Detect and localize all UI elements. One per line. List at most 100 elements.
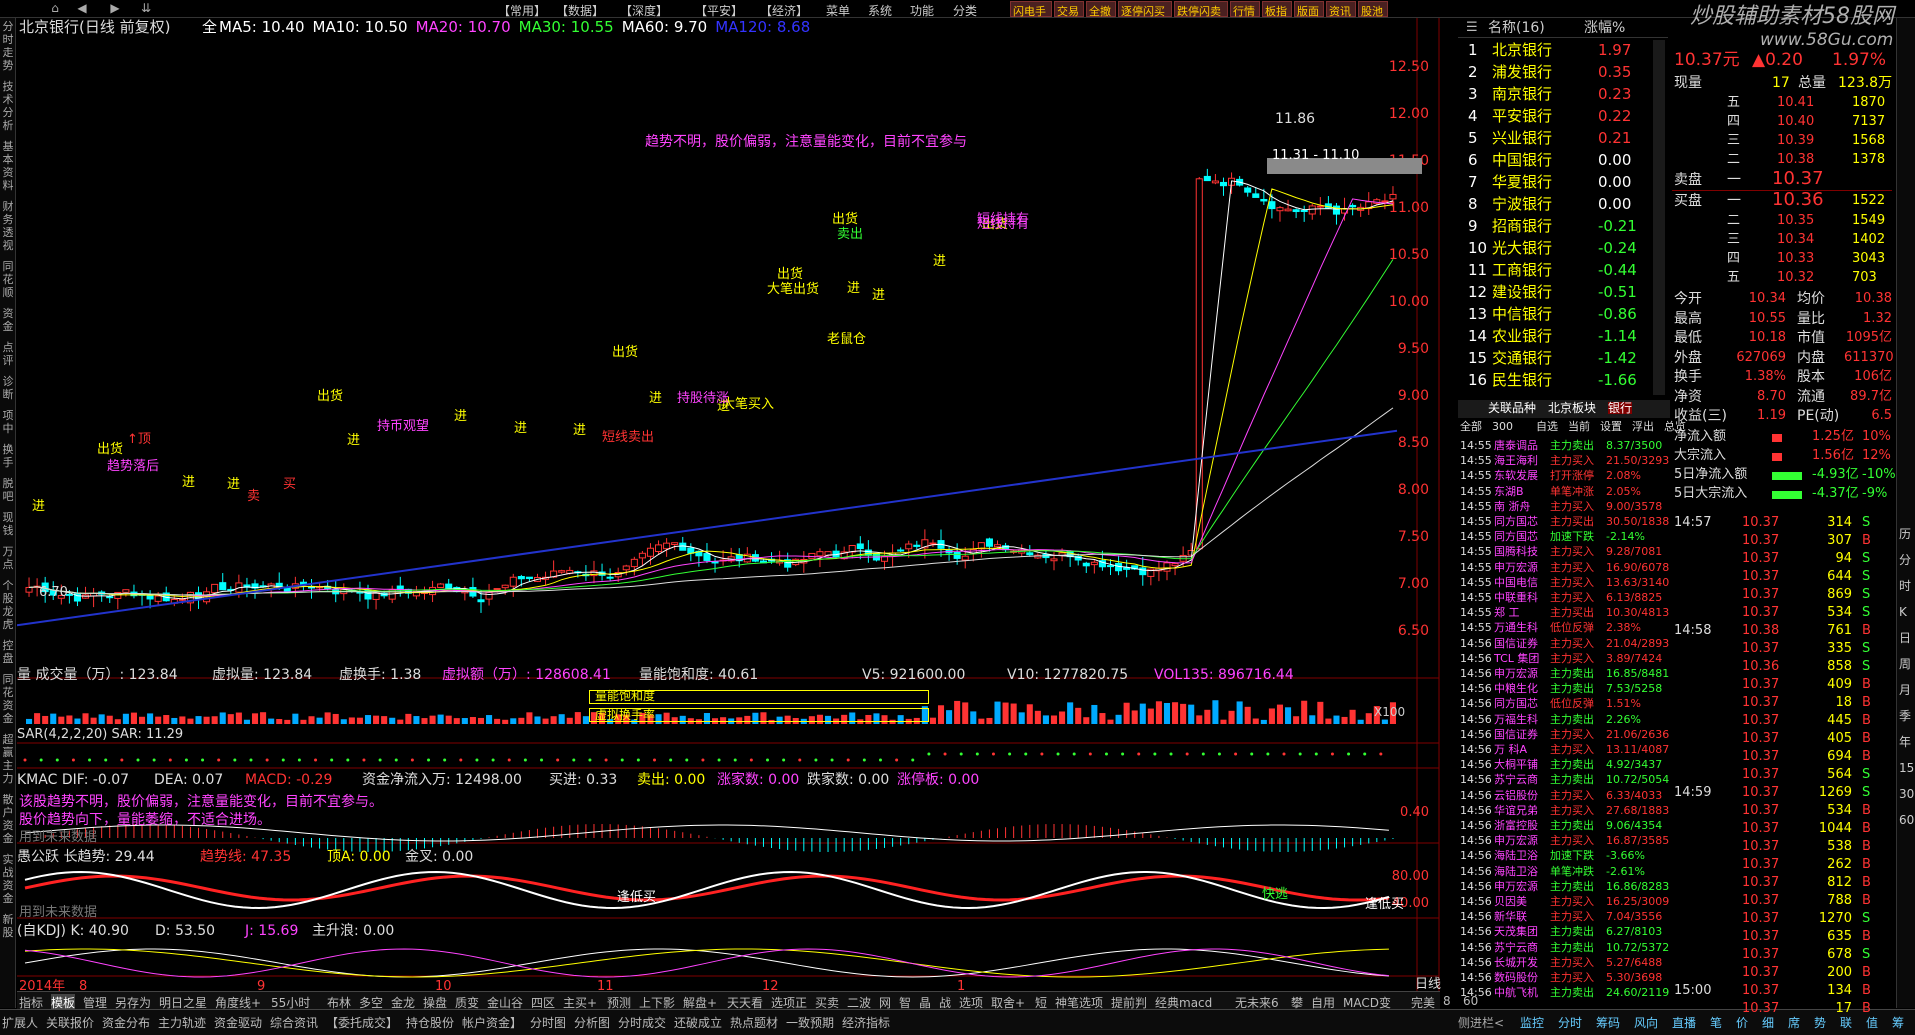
alert-row[interactable]: 14:56 数码股份 主力买入 5.30/3698 bbox=[1458, 970, 1668, 985]
panel-tab-0[interactable]: 侧进栏< bbox=[1458, 1014, 1504, 1031]
watchlist-row[interactable]: 14 农业银行 -1.14 bbox=[1458, 326, 1668, 348]
function-tab-2[interactable]: 资金分布 bbox=[102, 1014, 150, 1031]
panel-tab-6[interactable]: 笔 bbox=[1710, 1014, 1722, 1031]
alert-stock[interactable]: 同方国芯 bbox=[1494, 698, 1538, 709]
watchlist-row-name[interactable]: 农业银行 bbox=[1492, 329, 1552, 344]
alert-row[interactable]: 14:55 申万宏源 主力买入 16.90/6078 bbox=[1458, 560, 1669, 575]
alert-subtab-3[interactable]: 当前 bbox=[1568, 421, 1590, 432]
function-tab-13[interactable]: 热点题材 bbox=[730, 1014, 778, 1031]
alert-row[interactable]: 14:55 南 浙舟 主力买入 9.00/3578 bbox=[1458, 499, 1668, 514]
function-tab-14[interactable]: 一致预期 bbox=[786, 1014, 834, 1031]
watchlist-row-name[interactable]: 北京银行 bbox=[1492, 43, 1552, 58]
alert-row[interactable]: 14:55 国腾科技 主力买入 9.28/7081 bbox=[1458, 544, 1668, 559]
watchlist-row[interactable]: 1 北京银行 1.97 bbox=[1458, 40, 1668, 62]
alert-stock[interactable]: 申万宏源 bbox=[1494, 668, 1538, 679]
watchlist-row-name[interactable]: 民生银行 bbox=[1492, 373, 1552, 388]
alert-row[interactable]: 14:55 海王海利 主力买入 21.50/3293 bbox=[1458, 453, 1669, 468]
alert-row[interactable]: 14:55 东湖B 单笔冲涨 2.05% bbox=[1458, 484, 1668, 499]
toolbar-button-8[interactable]: 资讯 bbox=[1326, 1, 1356, 18]
watchlist-row[interactable]: 5 兴业银行 0.21 bbox=[1458, 128, 1668, 150]
function-tab-8[interactable]: 帐户资金】 bbox=[462, 1014, 522, 1031]
alert-stock[interactable]: 长城开发 bbox=[1494, 957, 1538, 968]
alert-subtab-4[interactable]: 设置 bbox=[1600, 421, 1622, 432]
kline-chart-area[interactable]: 12.5012.0011.5011.0010.5010.009.509.008.… bbox=[17, 18, 1441, 1008]
menu-item-3[interactable]: 【平安】 bbox=[695, 2, 743, 19]
function-tab-12[interactable]: 还破成立 bbox=[674, 1014, 722, 1031]
alert-stock[interactable]: 贝因美 bbox=[1494, 896, 1527, 907]
alert-stock[interactable]: 万 科A bbox=[1494, 744, 1527, 755]
alert-row[interactable]: 14:56 云铝股份 主力买入 6.33/4033 bbox=[1458, 788, 1668, 803]
alert-row[interactable]: 14:56 国信证券 主力买入 21.06/2636 bbox=[1458, 727, 1669, 742]
alert-row[interactable]: 14:55 同方国芯 主力买出 30.50/1838 bbox=[1458, 514, 1669, 529]
period-button[interactable]: 日 bbox=[1899, 632, 1911, 644]
alert-row[interactable]: 14:56 申万宏源 主力卖出 16.85/8481 bbox=[1458, 666, 1669, 681]
left-tab-6[interactable]: 点评 bbox=[1, 341, 15, 373]
period-button[interactable]: 30 bbox=[1899, 788, 1914, 800]
toolbar-button-1[interactable]: 交易 bbox=[1054, 1, 1084, 18]
alert-stock[interactable]: 东湖B bbox=[1494, 486, 1524, 497]
watchlist-row-name[interactable]: 交通银行 bbox=[1492, 351, 1552, 366]
alert-row[interactable]: 14:56 申万宏源 主力买入 16.87/3585 bbox=[1458, 833, 1669, 848]
function-tab-9[interactable]: 分时图 bbox=[530, 1014, 566, 1031]
alert-stock[interactable]: 东软发展 bbox=[1494, 470, 1538, 481]
menu-item-1[interactable]: 【数据】 bbox=[556, 2, 604, 19]
alert-stock[interactable]: 苏宁云商 bbox=[1494, 942, 1538, 953]
watchlist-row[interactable]: 9 招商银行 -0.21 bbox=[1458, 216, 1668, 238]
panel-tab-4[interactable]: 风向 bbox=[1634, 1014, 1658, 1031]
expand-icon[interactable]: ⇊ bbox=[136, 1, 156, 16]
alert-row[interactable]: 14:56 TCL 集团 主力买入 3.89/7424 bbox=[1458, 651, 1668, 666]
alert-row[interactable]: 14:55 同方国芯 加速下跌 -2.14% bbox=[1458, 529, 1668, 544]
left-tab-8[interactable]: 项中 bbox=[1, 409, 15, 441]
panel-tab-3[interactable]: 筹码 bbox=[1596, 1014, 1620, 1031]
watchlist-row-name[interactable]: 中国银行 bbox=[1492, 153, 1552, 168]
function-tab-7[interactable]: 持仓股份 bbox=[406, 1014, 454, 1031]
panel-tab-10[interactable]: 势 bbox=[1814, 1014, 1826, 1031]
alert-row[interactable]: 14:55 东软发展 打开涨停 2.08% bbox=[1458, 468, 1668, 483]
left-tab-15[interactable]: 同花资金 bbox=[1, 673, 15, 731]
alert-row[interactable]: 14:56 大桐平铺 主力卖出 4.92/3437 bbox=[1458, 757, 1668, 772]
panel-tab-12[interactable]: 值 bbox=[1866, 1014, 1878, 1031]
period-label[interactable]: 日线 bbox=[1415, 978, 1441, 991]
watchlist-row-name[interactable]: 宁波银行 bbox=[1492, 197, 1552, 212]
panel-tab-7[interactable]: 价 bbox=[1736, 1014, 1748, 1031]
left-tab-11[interactable]: 现钱 bbox=[1, 511, 15, 543]
alert-row[interactable]: 14:56 长城开发 主力买入 5.27/6488 bbox=[1458, 955, 1668, 970]
function-tab-1[interactable]: 关联报价 bbox=[46, 1014, 94, 1031]
alert-stock[interactable]: 海陆卫浴 bbox=[1494, 866, 1538, 877]
alert-row[interactable]: 14:56 海陆卫浴 单笔冲跌 -2.61% bbox=[1458, 864, 1668, 879]
menu-item-0[interactable]: 【常用】 bbox=[498, 2, 546, 19]
function-tab-10[interactable]: 分析图 bbox=[574, 1014, 610, 1031]
alert-stock[interactable]: 国信证券 bbox=[1494, 729, 1538, 740]
watchlist-row[interactable]: 16 民生银行 -1.66 bbox=[1458, 370, 1668, 392]
panel-tab-1[interactable]: 监控 bbox=[1520, 1014, 1544, 1031]
left-tab-1[interactable]: 技术分析 bbox=[1, 80, 15, 138]
watchlist-row-name[interactable]: 中信银行 bbox=[1492, 307, 1552, 322]
watchlist-row[interactable]: 7 华夏银行 0.00 bbox=[1458, 172, 1668, 194]
alert-row[interactable]: 14:56 苏宁云商 主力卖出 10.72/5054 bbox=[1458, 772, 1669, 787]
watchlist-menu-icon[interactable]: ☰ bbox=[1466, 21, 1478, 34]
toolbar-button-6[interactable]: 板指 bbox=[1262, 1, 1292, 18]
period-button[interactable]: 季 bbox=[1899, 710, 1911, 722]
menu-item-5[interactable]: 菜单 bbox=[826, 2, 850, 19]
toolbar-button-5[interactable]: 行情 bbox=[1230, 1, 1260, 18]
alert-stock[interactable]: 国腾科技 bbox=[1494, 546, 1538, 557]
alert-stock[interactable]: 同方国芯 bbox=[1494, 531, 1538, 542]
home-icon[interactable]: ⌂ bbox=[45, 1, 65, 16]
alert-stock[interactable]: 中航飞机 bbox=[1494, 987, 1538, 998]
left-tab-19[interactable]: 新股 bbox=[1, 913, 15, 945]
left-tab-7[interactable]: 诊断 bbox=[1, 375, 15, 407]
left-tab-14[interactable]: 控盘 bbox=[1, 639, 15, 671]
alert-stock[interactable]: 申万宏源 bbox=[1494, 562, 1538, 573]
watchlist-row[interactable]: 2 浦发银行 0.35 bbox=[1458, 62, 1668, 84]
left-tab-17[interactable]: 散户资金 bbox=[1, 793, 15, 851]
watchlist-row-name[interactable]: 工商银行 bbox=[1492, 263, 1552, 278]
function-tab-11[interactable]: 分时成交 bbox=[618, 1014, 666, 1031]
function-tab-3[interactable]: 主力轨迹 bbox=[158, 1014, 206, 1031]
alert-stock[interactable]: 华谊兄弟 bbox=[1494, 805, 1538, 816]
left-tab-18[interactable]: 实战资金 bbox=[1, 853, 15, 911]
period-button[interactable]: 月 bbox=[1899, 684, 1911, 696]
alert-row[interactable]: 14:56 新华联 主力买入 7.04/3556 bbox=[1458, 909, 1668, 924]
panel-tab-9[interactable]: 席 bbox=[1788, 1014, 1800, 1031]
alert-row[interactable]: 14:56 申万宏源 主力卖出 16.86/8283 bbox=[1458, 879, 1669, 894]
left-tab-0[interactable]: 分时走势 bbox=[1, 20, 15, 78]
